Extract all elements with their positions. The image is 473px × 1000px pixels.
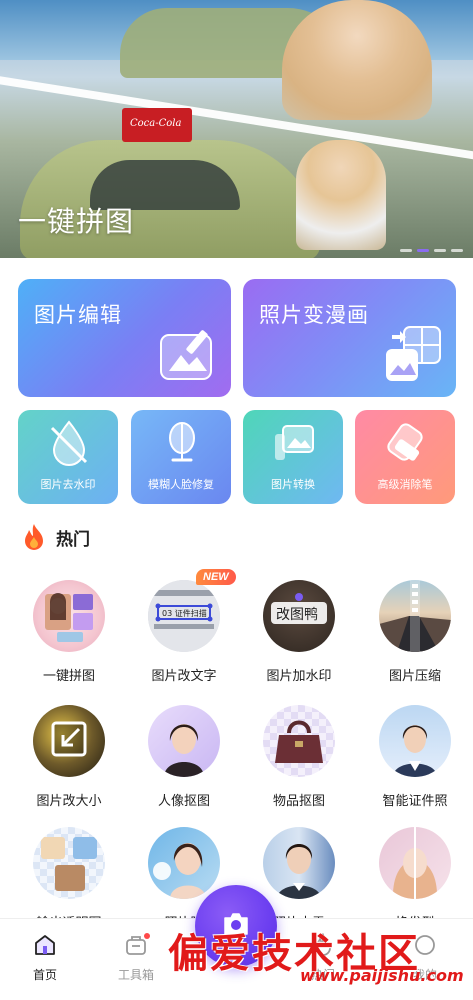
feature-card-label: 图片编辑 — [34, 304, 122, 327]
new-badge: NEW — [196, 569, 236, 585]
banner-person-top — [282, 0, 432, 120]
hot-tool-label: 人像抠图 — [157, 793, 210, 808]
banner-dot[interactable] — [417, 249, 429, 252]
resize-thumb-icon — [51, 721, 87, 757]
hot-tool-collage[interactable]: 一键拼图 — [14, 580, 124, 700]
feature-card-photo-comic[interactable]: 照片变漫画 — [243, 279, 456, 397]
collage-thumb-icon — [45, 593, 93, 642]
hot-tool-portrait-cutout[interactable]: 人像抠图 — [129, 705, 239, 825]
flame-icon — [25, 524, 43, 550]
tool-thumb: 03 证件扫描 — [148, 580, 220, 652]
hot-tool-label: 图片改大小 — [36, 793, 102, 808]
cooler-text: Coca-Cola — [130, 118, 182, 129]
hot-tool-object-cutout[interactable]: 物品抠图 — [244, 705, 354, 825]
hot-tool-label: 图片压缩 — [388, 668, 441, 683]
banner-dot[interactable] — [451, 249, 463, 252]
tool-card-image-convert[interactable]: 图片转换 — [243, 410, 343, 504]
tool-thumb — [33, 705, 105, 777]
hot-section-header: 热门 — [22, 523, 90, 551]
tool-thumb — [33, 580, 105, 652]
banner-dot[interactable] — [434, 249, 446, 252]
hot-tool-label: 图片加水印 — [266, 668, 332, 683]
feature-card-label: 照片变漫画 — [259, 304, 369, 327]
banner-dot[interactable] — [400, 249, 412, 252]
hot-tool-label: 物品抠图 — [272, 793, 325, 808]
watermark-thumb-icon: 改图鸭 — [271, 593, 327, 624]
tool-thumb: 改图鸭 — [263, 580, 335, 652]
zip-thumb-icon — [379, 580, 451, 652]
hairstyle-thumb-icon — [392, 827, 438, 899]
collage-convert-icon — [386, 326, 441, 381]
tool-card-label: 模糊人脸修复 — [148, 479, 214, 491]
nav-home-label: 首页 — [32, 968, 57, 982]
restore-thumb-icon — [277, 844, 321, 899]
nav-toolbox[interactable]: 工具箱 — [106, 933, 166, 983]
image-convert-icon — [275, 425, 314, 460]
thumb-text: 03 证件扫描 — [162, 608, 207, 618]
tool-card-label: 图片转换 — [271, 479, 315, 491]
site-watermark-url: www.paijishu.com — [300, 966, 464, 985]
nav-toolbox-label: 工具箱 — [117, 968, 154, 982]
hot-tool-add-watermark[interactable]: 改图鸭 图片加水印 — [244, 580, 354, 700]
hero-banner[interactable]: Coca-Cola 一键拼图 — [0, 0, 473, 258]
tool-thumb — [148, 827, 220, 899]
nav-home[interactable]: 首页 — [15, 933, 75, 983]
tool-card-label: 高级消除笔 — [377, 479, 433, 491]
tool-thumb — [379, 827, 451, 899]
tool-thumb — [379, 705, 451, 777]
banner-pagination[interactable] — [400, 249, 463, 252]
eraser-icon — [387, 423, 423, 461]
feature-card-image-edit[interactable]: 图片编辑 — [18, 279, 231, 397]
document-thumb-icon: 03 证件扫描 — [148, 580, 220, 652]
image-edit-icon — [160, 330, 212, 380]
banner-title: 一键拼图 — [18, 206, 135, 237]
banner-cooler: Coca-Cola — [122, 108, 192, 142]
hot-tool-resize[interactable]: 图片改大小 — [14, 705, 124, 825]
hot-tool-id-photo[interactable]: 智能证件照 — [360, 705, 470, 825]
tool-thumb — [263, 827, 335, 899]
tool-thumb — [379, 580, 451, 652]
banner-person-bottom — [296, 140, 386, 250]
tool-thumb — [263, 705, 335, 777]
hot-tool-edit-text[interactable]: 03 证件扫描 图片改文字 — [129, 580, 239, 700]
face-thumb-icon — [153, 843, 206, 899]
hot-tool-compress[interactable]: 图片压缩 — [360, 580, 470, 700]
transparent-thumb-icon — [41, 837, 97, 891]
home-icon — [35, 935, 55, 955]
tool-card-eraser[interactable]: 高级消除笔 — [355, 410, 455, 504]
watermark-drop-icon — [50, 420, 88, 466]
tool-card-label: 图片去水印 — [40, 479, 96, 491]
notification-dot — [144, 933, 150, 939]
face-restore-icon — [169, 422, 195, 462]
tool-card-face-restore[interactable]: 模糊人脸修复 — [131, 410, 231, 504]
id-photo-thumb-icon — [393, 725, 437, 777]
hot-tool-label: 一键拼图 — [42, 668, 95, 683]
bag-thumb-icon — [275, 720, 323, 763]
hot-tool-label: 图片改文字 — [151, 668, 217, 683]
thumb-text: 改图鸭 — [276, 607, 318, 623]
hot-section-title: 热门 — [56, 529, 90, 549]
tool-thumb — [33, 827, 105, 899]
portrait-thumb-icon — [164, 724, 204, 777]
hot-tool-label: 智能证件照 — [382, 793, 448, 808]
tool-card-remove-watermark[interactable]: 图片去水印 — [18, 410, 118, 504]
tool-thumb — [148, 705, 220, 777]
